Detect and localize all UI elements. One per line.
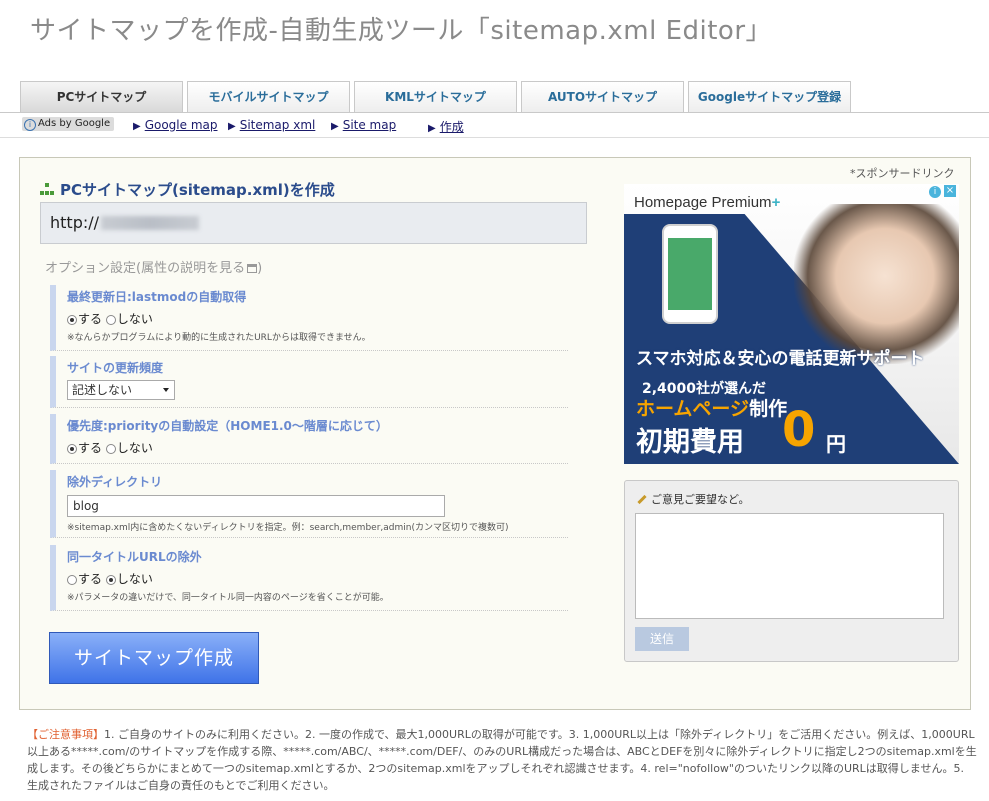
triangle-right-icon: ▶ [133, 121, 141, 132]
section-title-text: PCサイトマップ(sitemap.xml)を作成 [60, 181, 335, 199]
blurred-domain [101, 216, 200, 230]
tab-google-sitemap-register[interactable]: Googleサイトマップ登録 [688, 81, 851, 112]
ad-brand-text: Homepage Premium [634, 194, 772, 211]
ad-link-label: Site map [342, 118, 397, 132]
option-label: 同一タイトルURLの除外 [67, 550, 202, 564]
url-input-value: http:// [50, 213, 100, 232]
ad-link-label: Google map [144, 118, 218, 132]
ad-cost-line: 初期費用 [636, 427, 744, 458]
priority-yes-radio[interactable] [67, 444, 77, 454]
notice-body: 1. ご自身のサイトのみに利用ください。2. 一度の作成で、最大1,000URL… [27, 728, 977, 792]
triangle-right-icon: ▶ [228, 121, 236, 132]
ad-info-icon[interactable]: i [929, 186, 941, 198]
ad-price-zero: 0 [782, 402, 816, 458]
lastmod-yes-radio[interactable] [67, 315, 77, 325]
option-priority: 優先度:priorityの自動設定（HOME1.0～階層に応じて） する しない [50, 414, 568, 464]
chevron-down-icon [163, 388, 169, 392]
notice-label: 【ご注意事項】 [27, 728, 104, 741]
ad-link-bar: i Ads by Google ▶ Google map ▶ Sitemap xml … [0, 113, 989, 138]
input-value: blog [73, 499, 99, 513]
ad-banner[interactable]: Homepage Premium+ i × スマホ対応＆安心の電話更新サポート … [624, 184, 959, 464]
same-title-no-radio[interactable] [105, 575, 116, 585]
url-input[interactable]: http:// [40, 202, 587, 244]
ad-link-create[interactable]: ▶ 作成 [428, 118, 464, 135]
send-button[interactable]: 送信 [635, 627, 689, 651]
options-title-text: オプション設定(属性の説明を見る [45, 261, 246, 276]
create-sitemap-button[interactable]: サイトマップ作成 [49, 632, 259, 684]
option-label: 優先度:priorityの自動設定（HOME1.0～階層に応じて） [67, 419, 388, 433]
select-value: 記述しない [72, 383, 133, 397]
option-note: ※なんらかプログラムにより動的に生成されたURLからは取得できません。 [67, 333, 371, 343]
options-title[interactable]: オプション設定(属性の説明を見る) [45, 257, 262, 276]
section-title: PCサイトマップ(sitemap.xml)を作成 [40, 179, 335, 200]
tab-auto-sitemap[interactable]: AUTOサイトマップ [521, 81, 684, 112]
radio-label: する [78, 572, 103, 586]
option-exclude-dir: 除外ディレクトリ blog ※sitemap.xml内に含めたくないディレクトリ… [50, 470, 568, 538]
page-title: サイトマップを作成-自動生成ツール「sitemap.xml Editor」 [30, 16, 773, 46]
exclude-dir-input[interactable]: blog [67, 495, 445, 517]
sponsored-link-label: *スポンサードリンク [850, 167, 955, 180]
priority-no-radio[interactable] [105, 444, 116, 454]
ad-brand: Homepage Premium+ [634, 194, 780, 211]
radio-label: する [78, 312, 103, 326]
ad-price-yen: 円 [826, 432, 846, 456]
radio-label: しない [116, 312, 153, 326]
triangle-right-icon: ▶ [428, 123, 436, 134]
smartphone-screen [668, 238, 712, 310]
pencil-icon [637, 494, 647, 505]
ad-close-icon[interactable]: × [944, 185, 956, 197]
option-same-title: 同一タイトルURLの除外 する しない ※パラメータの違いだけで、同一タイトル同… [50, 545, 568, 611]
ad-link-label: Sitemap xml [239, 118, 316, 132]
option-label: 除外ディレクトリ [67, 475, 163, 489]
feedback-title: ご意見ご要望など。 [637, 491, 749, 507]
ad-link-google-map[interactable]: ▶ Google map [133, 118, 218, 132]
same-title-yes-radio[interactable] [67, 575, 77, 585]
changefreq-select[interactable]: 記述しない [67, 380, 175, 400]
info-icon: i [24, 119, 36, 131]
feedback-box: ご意見ご要望など。 送信 [624, 480, 959, 662]
ads-by-google-badge[interactable]: i Ads by Google [22, 117, 115, 131]
tab-mobile-sitemap[interactable]: モバイルサイトマップ [187, 81, 350, 112]
ad-link-label: 作成 [439, 120, 464, 134]
ad-link-sitemap-xml[interactable]: ▶ Sitemap xml [228, 118, 315, 132]
option-note: ※sitemap.xml内に含めたくないディレクトリを指定。例：search,m… [67, 523, 509, 533]
tab-kml-sitemap[interactable]: KMLサイトマップ [354, 81, 517, 112]
triangle-right-icon: ▶ [331, 121, 339, 132]
notice-text: 【ご注意事項】1. ご自身のサイトのみに利用ください。2. 一度の作成で、最大1… [27, 726, 977, 794]
ad-service-line: ホームページ制作 [636, 394, 787, 421]
plus-icon: + [771, 194, 781, 211]
tab-bar: PCサイトマップ モバイルサイトマップ KMLサイトマップ AUTOサイトマップ… [20, 81, 855, 113]
option-lastmod: 最終更新日:lastmodの自動取得 する しない ※なんらかプログラムにより動… [50, 285, 568, 351]
radio-label: する [78, 441, 103, 455]
smartphone-image [662, 224, 718, 324]
tab-pc-sitemap[interactable]: PCサイトマップ [20, 81, 183, 112]
ad-service-accent: ホームページ [636, 398, 750, 420]
option-changefreq: サイトの更新頻度 記述しない [50, 356, 568, 408]
radio-label: しない [116, 572, 153, 586]
lastmod-no-radio[interactable] [105, 315, 116, 325]
option-label: 最終更新日:lastmodの自動取得 [67, 290, 247, 304]
new-window-icon [247, 264, 258, 273]
ads-by-google-label: Ads by Google [38, 118, 111, 129]
feedback-title-text: ご意見ご要望など。 [651, 493, 750, 506]
ad-link-site-map[interactable]: ▶ Site map [331, 118, 396, 132]
option-note: ※パラメータの違いだけで、同一タイトル同一内容のページを省くことが可能。 [67, 593, 389, 603]
option-label: サイトの更新頻度 [67, 361, 164, 375]
feedback-textarea[interactable] [635, 513, 944, 619]
options-title-close: ) [257, 261, 263, 276]
ad-headline: スマホ対応＆安心の電話更新サポート [636, 349, 925, 369]
sitemap-icon [40, 183, 54, 195]
ad-person-image [794, 204, 959, 364]
radio-label: しない [116, 441, 153, 455]
